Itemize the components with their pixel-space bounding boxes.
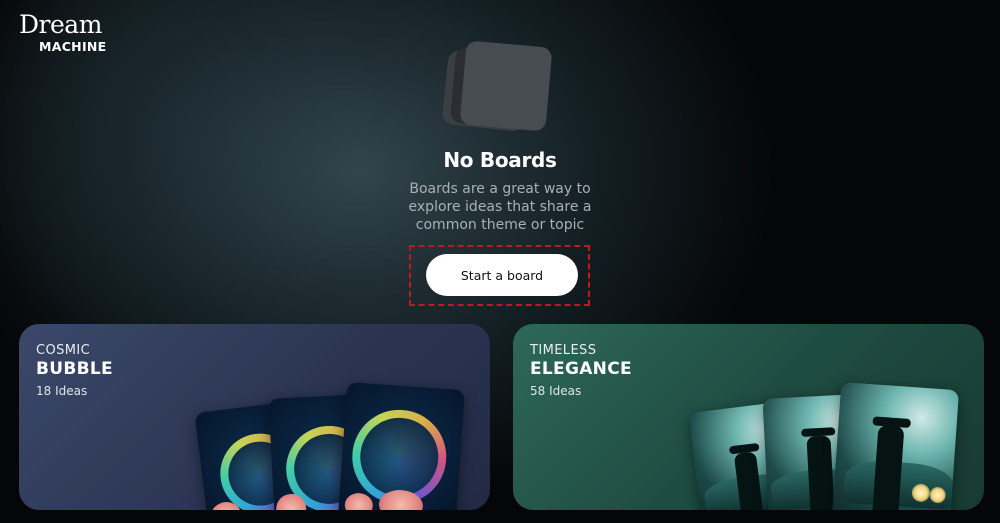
board-kicker: COSMIC bbox=[36, 343, 91, 358]
board-thumbnail bbox=[830, 382, 960, 510]
board-thumbnail bbox=[336, 382, 466, 510]
board-card-cosmic-bubble[interactable]: COSMIC BUBBLE 18 Ideas bbox=[19, 324, 490, 510]
board-idea-count: 58 Ideas bbox=[530, 384, 582, 398]
board-card-timeless-elegance[interactable]: TIMELESS ELEGANCE 58 Ideas bbox=[513, 324, 984, 510]
board-title: ELEGANCE bbox=[530, 359, 632, 379]
empty-state: No Boards Boards are a great way to expl… bbox=[350, 40, 650, 234]
stacked-cards-icon bbox=[441, 40, 555, 133]
start-board-highlight: Start a board bbox=[409, 245, 590, 306]
logo-script-text: Dream bbox=[19, 10, 102, 39]
board-title: BUBBLE bbox=[36, 359, 113, 379]
logo-wordmark: MACHINE bbox=[39, 39, 107, 54]
figure-silhouette bbox=[806, 435, 836, 510]
hat-silhouette bbox=[872, 416, 911, 428]
figure-silhouette bbox=[870, 424, 905, 510]
stack-card-front bbox=[459, 40, 553, 132]
cloud-shape bbox=[344, 492, 374, 510]
board-kicker: TIMELESS bbox=[530, 343, 597, 358]
start-board-button[interactable]: Start a board bbox=[426, 254, 578, 296]
board-idea-count: 18 Ideas bbox=[36, 384, 88, 398]
brand-logo[interactable]: Dream MACHINE bbox=[19, 10, 107, 55]
hat-silhouette bbox=[801, 427, 836, 437]
empty-state-title: No Boards bbox=[443, 148, 557, 172]
empty-state-description: Boards are a great way to explore ideas … bbox=[408, 181, 592, 233]
